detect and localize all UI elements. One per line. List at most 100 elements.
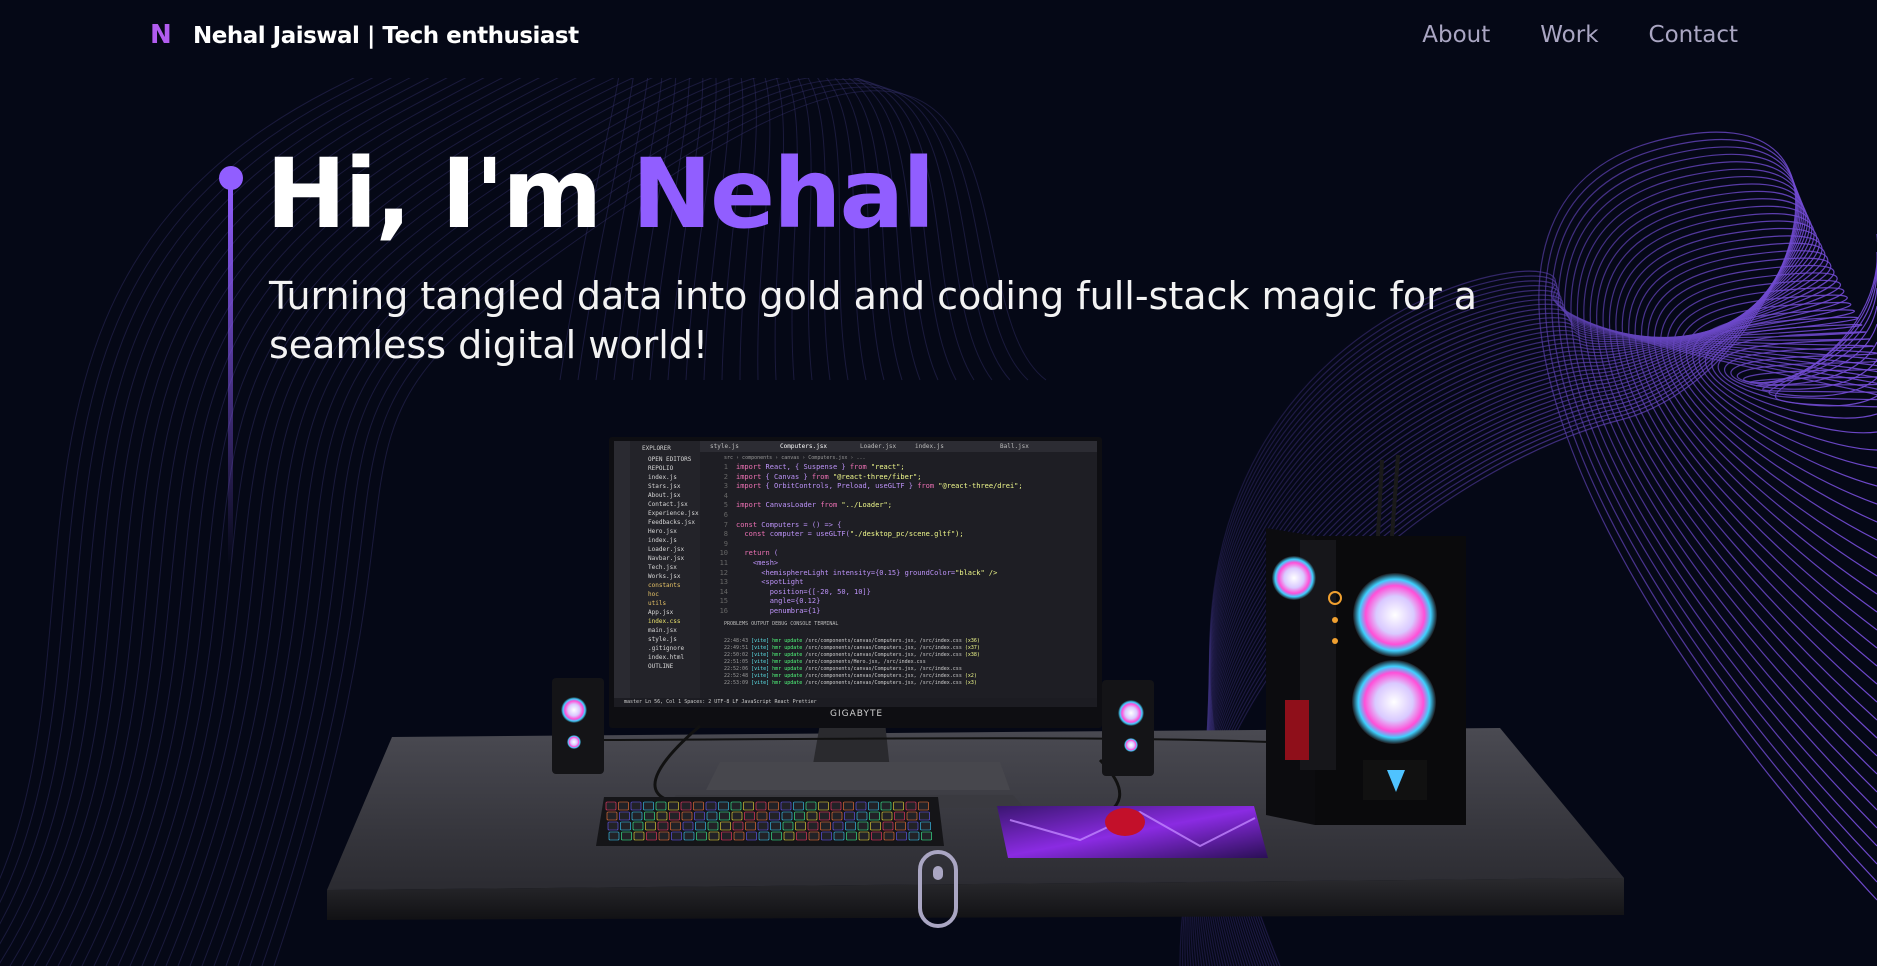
- editor-statusbar: master Ln 56, Col 1 Spaces: 2 UTF-8 LF J…: [614, 698, 1097, 707]
- open-editors-label: OPEN EDITORS: [648, 456, 692, 463]
- terminal-count: (x36): [964, 638, 980, 644]
- keycap: [895, 821, 906, 831]
- keycap: [768, 801, 779, 811]
- keycap: [644, 811, 655, 821]
- code-token: computer = useGLTF(: [765, 530, 850, 539]
- keycap: [796, 831, 807, 841]
- keycap: [871, 831, 882, 841]
- keycap: [818, 801, 829, 811]
- keycap: [843, 801, 854, 811]
- terminal-hmr: hmr update: [772, 680, 806, 686]
- explorer-file-item: OUTLINE: [648, 663, 674, 670]
- keycap: [683, 831, 695, 841]
- monitor-stand-foot: [706, 762, 1010, 790]
- explorer-file-item: Tech.jsx: [648, 564, 677, 571]
- code-token: 12: [719, 568, 728, 577]
- code-token: "../Loader";: [837, 501, 892, 510]
- keycap: [883, 831, 895, 841]
- nav-link-about[interactable]: About: [1422, 22, 1490, 48]
- code-token: 15: [719, 597, 728, 606]
- keycap: [855, 801, 867, 811]
- code-token: angle={0.12}: [736, 597, 821, 606]
- keycap: [844, 811, 855, 821]
- keycap: [805, 801, 817, 811]
- right-speaker-ring-icon: [1124, 738, 1138, 752]
- terminal-tag: [vite]: [751, 680, 773, 686]
- keycap: [783, 831, 795, 841]
- code-token: 11: [719, 558, 728, 567]
- keycap: [868, 801, 879, 811]
- monitor-screen: EXPLORER OPEN EDITORS REPOLIO index.js St…: [614, 441, 1097, 707]
- terminal-message: /src/components/canvas/Computers.jsx, /s…: [805, 645, 965, 651]
- code-token: <spotLight: [736, 578, 804, 587]
- explorer-file-item: index.js: [648, 537, 677, 544]
- terminal-hmr: hmr update: [772, 666, 806, 672]
- pc-fan-icon: [1272, 556, 1316, 600]
- explorer-file-item: Loader.jsx: [648, 546, 685, 553]
- terminal-time: 22:53:09: [724, 680, 752, 686]
- keycap: [757, 821, 769, 831]
- keycap: [808, 831, 820, 841]
- explorer-file-item: main.jsx: [648, 627, 677, 634]
- explorer-file-item: Hero.jsx: [648, 528, 677, 535]
- keycap: [670, 821, 681, 831]
- scroll-down-indicator[interactable]: [918, 850, 958, 928]
- keycap: [846, 831, 857, 841]
- brand-title[interactable]: Nehal Jaiswal | Tech enthusiast: [193, 23, 579, 49]
- terminal-message: /src/components/canvas/Computers.jsx, /s…: [805, 673, 965, 679]
- code-token: 9: [723, 539, 728, 548]
- keycap: [918, 801, 929, 811]
- project-label: REPOLIO: [648, 465, 674, 472]
- terminal-line: 22:52:48 [vite] hmr update /src/componen…: [724, 673, 980, 680]
- keycap: [645, 821, 656, 831]
- terminal-line: 22:48:43 [vite] hmr update /src/componen…: [724, 638, 980, 645]
- nav-link-work[interactable]: Work: [1540, 22, 1598, 48]
- explorer-files: index.js Stars.jsx About.jsx Contact.jsx Exp…: [648, 473, 714, 671]
- terminal-line: 22:53:09 [vite] hmr update /src/componen…: [724, 680, 980, 687]
- explorer-file-item: About.jsx: [648, 492, 681, 499]
- keycap: [906, 811, 918, 821]
- terminal-hmr: hmr update: [772, 652, 806, 658]
- terminal-time: 22:48:43: [724, 638, 752, 644]
- code-token: 14: [719, 587, 728, 596]
- keycap: [831, 811, 843, 821]
- terminal-count: (x2): [964, 673, 977, 679]
- code-token: from: [811, 472, 829, 481]
- terminal-tag: [vite]: [751, 645, 773, 651]
- keycap: [907, 821, 919, 831]
- code-token: return: [736, 549, 770, 558]
- left-speaker: [552, 678, 604, 774]
- code-editor: 1 import React, { Suspense } from "react"…: [706, 463, 1023, 617]
- keycap: [756, 811, 768, 821]
- code-line: 15 angle={0.12}: [706, 597, 1023, 607]
- terminal-hmr: hmr update: [772, 638, 806, 644]
- editor-breadcrumb: src › components › canvas › Computers.js…: [724, 455, 866, 461]
- keycap: [755, 801, 767, 811]
- code-token: "react";: [866, 463, 905, 471]
- code-token: 8: [723, 530, 728, 539]
- code-token: { OrbitControls, Preload, useGLTF }: [761, 482, 918, 491]
- code-token: 6: [723, 510, 728, 519]
- keycap: [646, 831, 657, 841]
- keycap: [882, 821, 894, 831]
- code-line: 14 position={[-20, 50, 10]}: [706, 588, 1023, 598]
- code-line: 8 const computer = useGLTF("./desktop_pc…: [706, 530, 1023, 540]
- code-token: "@react-three/fiber";: [828, 472, 922, 481]
- keycap: [655, 801, 667, 811]
- hero-name: Nehal: [631, 138, 935, 250]
- hero-subtitle: Turning tangled data into gold and codin…: [269, 274, 1478, 368]
- explorer-file-item: .gitignore: [648, 645, 685, 652]
- code-line: 12 <hemisphereLight intensity={0.15} gro…: [706, 569, 1023, 579]
- code-token: from: [849, 463, 867, 471]
- accent-line: [228, 186, 233, 566]
- logo-icon[interactable]: N: [150, 20, 172, 50]
- keycap: [921, 831, 932, 841]
- nav-link-contact[interactable]: Contact: [1649, 22, 1738, 48]
- keycap: [881, 811, 893, 821]
- editor-tab-active: Computers.jsx: [780, 443, 827, 450]
- keycap: [731, 811, 743, 821]
- terminal-tag: [vite]: [751, 638, 773, 644]
- terminal-message: /src/components/canvas/Computers.jsx, /s…: [805, 638, 965, 644]
- keycap: [856, 811, 868, 821]
- keycap: [919, 811, 930, 821]
